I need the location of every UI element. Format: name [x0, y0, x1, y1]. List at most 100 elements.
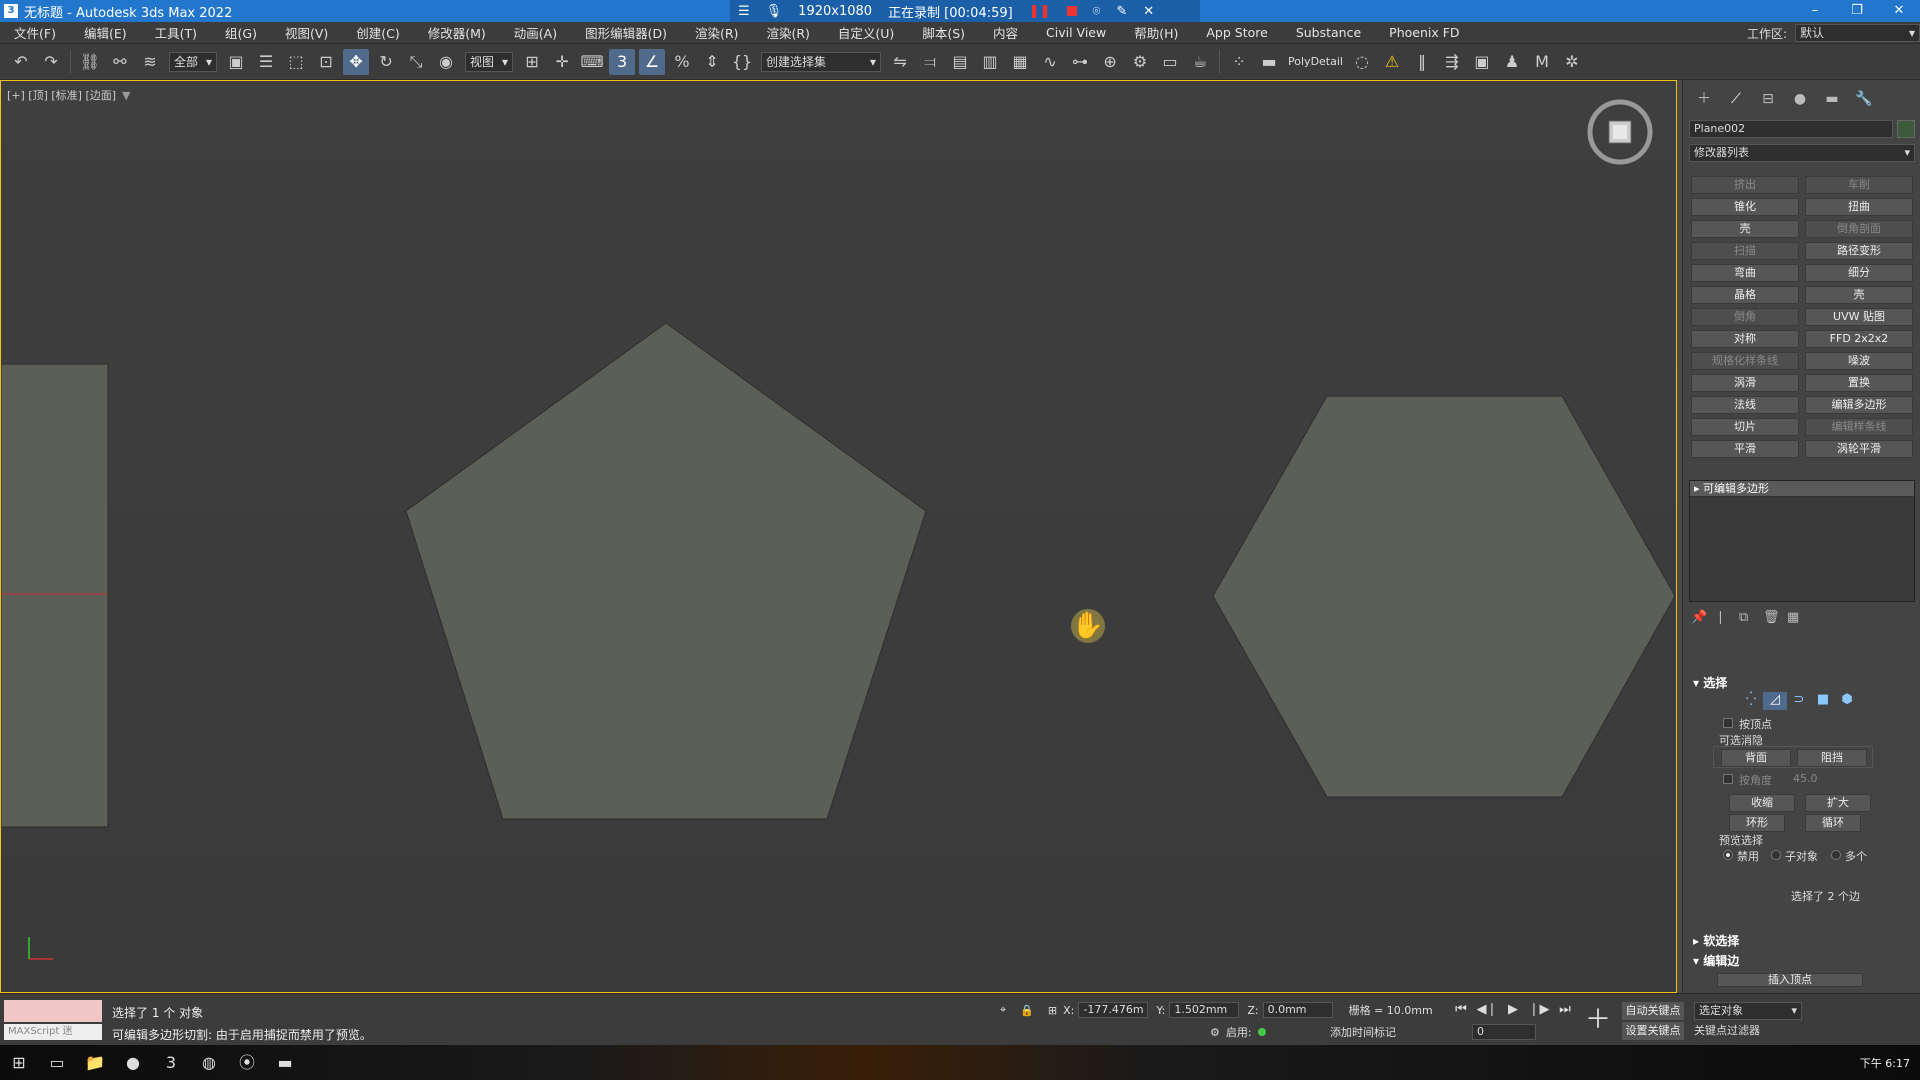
modifier-button[interactable]: 弯曲 [1691, 264, 1799, 282]
plugin-icon-c[interactable]: ▣ [1469, 49, 1495, 75]
selection-filter-dropdown[interactable]: 全部 [169, 51, 218, 72]
polydetail-label[interactable]: PolyDetail [1288, 55, 1343, 68]
menu-rendering[interactable]: 渲染(R) [681, 23, 752, 42]
menu-civil-view[interactable]: Civil View [1032, 25, 1120, 40]
menu-graph-editors[interactable]: 图形编辑器(D) [571, 23, 681, 42]
snaps-toggle-icon[interactable]: 3 [609, 48, 636, 75]
viewcube[interactable] [1585, 97, 1655, 167]
pen-icon[interactable]: ✎ [1116, 4, 1127, 19]
preview-multi-radio[interactable] [1831, 850, 1841, 860]
y-coordinate-field[interactable]: 1.502mm [1169, 1002, 1240, 1018]
minimize-button[interactable]: – [1794, 0, 1836, 22]
menu-scripting[interactable]: 脚本(S) [908, 23, 979, 42]
modifier-button[interactable]: 晶格 [1691, 286, 1799, 304]
percent-snap-icon[interactable]: % [669, 49, 695, 75]
render-icon[interactable]: ☕ [1187, 49, 1213, 75]
person-icon[interactable]: ♟ [1499, 49, 1525, 75]
modifier-button[interactable]: UVW 贴图 [1805, 308, 1913, 326]
border-icon[interactable]: ⊃ [1787, 692, 1811, 710]
enable-indicator[interactable] [1257, 1028, 1266, 1036]
maxscript-label[interactable]: MAXScript 迷 [4, 1024, 102, 1040]
occlude-button[interactable]: 阻挡 [1797, 749, 1867, 767]
pentagon-plane[interactable] [405, 322, 927, 820]
ruler-icon[interactable]: ▬ [1256, 49, 1282, 75]
microphone-icon[interactable]: 🎙 [766, 4, 783, 19]
isolate-icon[interactable]: ⌖ [1000, 1003, 1006, 1017]
stack-item-editable-poly[interactable]: ▸ 可编辑多边形 [1690, 481, 1914, 497]
reference-coordinate-dropdown[interactable]: 视图 [465, 51, 514, 72]
pause-icon[interactable]: ❚❚ [1029, 4, 1051, 19]
undo-icon[interactable]: ↶ [8, 49, 34, 75]
grid-icon[interactable]: ⁘ [1226, 49, 1252, 75]
rendered-frame-icon[interactable]: ▭ [1157, 49, 1183, 75]
edit-named-selection-icon[interactable]: {} [729, 49, 755, 75]
keyboard-shortcut-override-icon[interactable]: ⌨ [579, 49, 605, 75]
ring-button[interactable]: 环形 [1729, 814, 1785, 832]
3dsmax-taskbar-icon[interactable]: 3 [152, 1045, 190, 1080]
modifier-button[interactable]: 壳 [1691, 220, 1799, 238]
wechat-icon[interactable]: ◍ [190, 1045, 228, 1080]
modifier-button[interactable]: 编辑多边形 [1805, 396, 1913, 414]
next-frame-icon[interactable]: ❘▶ [1526, 1002, 1552, 1017]
menu-help[interactable]: 帮助(H) [1120, 23, 1192, 42]
render-setup-icon[interactable]: ⚙ [1127, 49, 1153, 75]
modifier-button[interactable]: 扫描 [1691, 242, 1799, 260]
menu-file[interactable]: 文件(F) [0, 23, 70, 42]
modifier-button[interactable]: 平滑 [1691, 440, 1799, 458]
modifier-button[interactable]: 倒角 [1691, 308, 1799, 326]
object-color-swatch[interactable] [1897, 120, 1915, 138]
link-icon[interactable]: ⛓ [77, 49, 103, 75]
menu-substance[interactable]: Substance [1282, 25, 1375, 40]
loop-button[interactable]: 循环 [1805, 814, 1861, 832]
rollout-selection-title[interactable]: 选择 [1703, 676, 1727, 690]
by-vertex-checkbox[interactable] [1723, 718, 1733, 728]
menu-content[interactable]: 内容 [979, 23, 1032, 42]
menu-edit[interactable]: 编辑(E) [70, 23, 141, 42]
edge-icon[interactable]: ◿ [1763, 692, 1787, 710]
menu-view[interactable]: 视图(V) [271, 23, 342, 42]
rollout-selection[interactable]: ▾ 选择 [1689, 674, 1915, 692]
viewport-top[interactable]: [+] [顶] [标准] [边面] ▼ ✋ [0, 80, 1677, 993]
remove-modifier-icon[interactable]: 🗑 [1763, 610, 1787, 625]
plugin-icon-a[interactable]: ‖ [1409, 49, 1435, 75]
shrink-button[interactable]: 收缩 [1729, 794, 1795, 812]
maxscript-listener[interactable] [4, 1000, 102, 1022]
modifier-button[interactable]: 壳 [1805, 286, 1913, 304]
align-icon[interactable]: ⫤ [917, 49, 943, 75]
adaptive-icon[interactable]: ⚙ [1210, 1026, 1220, 1039]
display-tab-icon[interactable]: ▬ [1819, 88, 1845, 110]
plugin-icon-b[interactable]: ⇶ [1439, 49, 1465, 75]
workspace-dropdown[interactable]: 默认 [1795, 24, 1920, 42]
pin-stack-icon[interactable]: 📌 [1691, 610, 1715, 625]
ribbon-icon[interactable]: ▦ [1007, 49, 1033, 75]
bind-space-warp-icon[interactable]: ≋ [137, 49, 163, 75]
select-by-name-icon[interactable]: ☰ [253, 49, 279, 75]
insert-vertex-button[interactable]: 插入顶点 [1717, 973, 1863, 987]
modifier-button[interactable]: 细分 [1805, 264, 1913, 282]
move-icon[interactable]: ✥ [343, 48, 370, 75]
modifier-button[interactable]: 法线 [1691, 396, 1799, 414]
previous-frame-icon[interactable]: ◀❘ [1474, 1002, 1500, 1017]
mirror-icon[interactable]: ⇋ [887, 49, 913, 75]
window-app-icon[interactable]: ▬ [266, 1045, 304, 1080]
configure-sets-icon[interactable]: ▦ [1787, 610, 1811, 625]
preview-off-radio[interactable] [1723, 850, 1733, 860]
utilities-tab-icon[interactable]: 🔧 [1851, 88, 1877, 110]
z-coordinate-field[interactable]: 0.0mm [1262, 1002, 1333, 1018]
material-editor-icon[interactable]: ⊕ [1097, 49, 1123, 75]
go-to-start-icon[interactable]: ⏮ [1448, 1002, 1474, 1017]
modify-tab-icon[interactable]: ⟋ [1723, 88, 1749, 110]
modifier-button[interactable]: 置换 [1805, 374, 1913, 392]
motion-tab-icon[interactable]: ● [1787, 88, 1813, 110]
warning-icon[interactable]: ⚠ [1379, 49, 1405, 75]
hierarchy-tab-icon[interactable]: ⊟ [1755, 88, 1781, 110]
file-explorer-icon[interactable]: 📁 [76, 1045, 114, 1080]
recorder-icon[interactable]: ⦿ [228, 1045, 266, 1080]
named-selection-dropdown[interactable]: 创建选择集 [761, 51, 882, 72]
show-end-result-icon[interactable]: ❘ [1715, 610, 1739, 625]
rollout-soft-selection-title[interactable]: 软选择 [1703, 934, 1739, 948]
modifier-button[interactable]: 路径变形 [1805, 242, 1913, 260]
create-tab-icon[interactable]: ＋ [1691, 88, 1717, 110]
maximize-button[interactable]: ❐ [1836, 0, 1878, 22]
menu-tools[interactable]: 工具(T) [141, 23, 211, 42]
